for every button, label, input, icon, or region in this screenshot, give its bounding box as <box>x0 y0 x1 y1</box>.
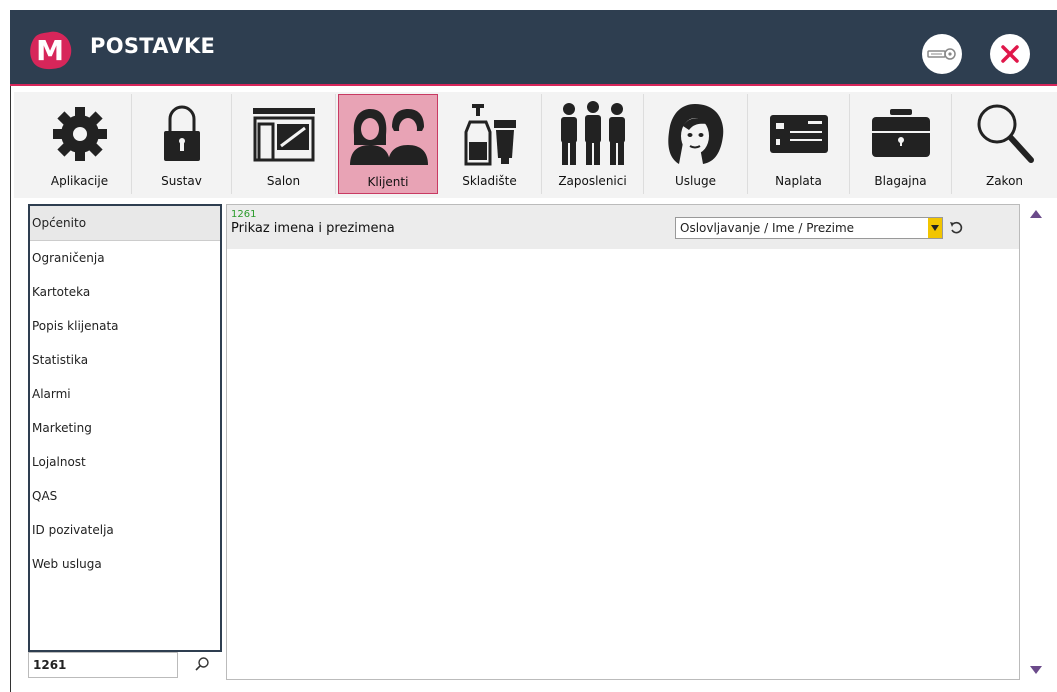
toolbar-item-klijenti[interactable]: Klijenti <box>338 94 438 194</box>
toolbar-item-skladiste[interactable]: Skladište <box>438 94 542 194</box>
payment-card-icon <box>769 115 828 153</box>
clients-icon <box>350 109 428 165</box>
toolbar-label: Salon <box>266 174 301 188</box>
magnifier-icon <box>977 104 1034 163</box>
scroll-down-icon[interactable] <box>1030 666 1042 674</box>
list-item-lojalnost[interactable]: Lojalnost <box>30 445 220 479</box>
toolbar-item-aplikacije[interactable]: Aplikacije <box>28 94 132 194</box>
page-title: POSTAVKE <box>90 34 216 58</box>
toolbar-label: Usluge <box>675 174 716 188</box>
toolbar-label: Naplata <box>775 174 822 188</box>
name-display-select[interactable]: Oslovljavanje / Ime / Prezime <box>675 217 943 239</box>
title-bar-accent <box>10 84 1057 86</box>
toolbar-item-sustav[interactable]: Sustav <box>132 94 232 194</box>
key-icon <box>927 48 956 60</box>
dropdown-arrow-icon[interactable] <box>928 218 942 238</box>
toolbar-item-blagajna[interactable]: Blagajna <box>850 94 952 194</box>
title-bar: M POSTAVKE <box>10 10 1057 84</box>
toolbar-item-zaposlenici[interactable]: Zaposlenici <box>542 94 644 194</box>
storefront-icon <box>252 108 315 162</box>
toolbar-item-usluge[interactable]: Usluge <box>644 94 748 194</box>
setting-label: Prikaz imena i prezimena <box>231 221 395 236</box>
svg-text:M: M <box>36 34 64 67</box>
close-button[interactable] <box>990 34 1030 74</box>
toolbar-item-zakon[interactable]: Zakon <box>952 94 1057 194</box>
window-edge <box>10 86 11 692</box>
list-item-web-usluga[interactable]: Web usluga <box>30 547 220 581</box>
list-item-marketing[interactable]: Marketing <box>30 411 220 445</box>
toolbar-item-salon[interactable]: Salon <box>232 94 336 194</box>
settings-category-list: Općenito Ograničenja Kartoteka Popis kli… <box>28 204 222 652</box>
cash-register-icon <box>871 109 930 157</box>
toolbar-label: Blagajna <box>874 174 927 188</box>
toolbar-label: Klijenti <box>367 175 409 189</box>
settings-content: 1261 Prikaz imena i prezimena Oslovljava… <box>226 204 1020 680</box>
list-item-opcenito[interactable]: Općenito <box>30 206 220 241</box>
gear-icon <box>52 107 107 161</box>
list-item-popis-klijenata[interactable]: Popis klijenata <box>30 309 220 343</box>
list-item-kartoteka[interactable]: Kartoteka <box>30 275 220 309</box>
list-item-ogranicenja[interactable]: Ograničenja <box>30 241 220 275</box>
reset-icon[interactable] <box>949 221 963 235</box>
toolbar-label: Zakon <box>985 174 1024 188</box>
search-button[interactable] <box>190 652 214 676</box>
toolbar-label: Sustav <box>161 174 202 188</box>
toolbar-label: Skladište <box>462 174 517 188</box>
products-icon <box>464 104 516 166</box>
scroll-up-icon[interactable] <box>1030 210 1042 218</box>
lock-icon <box>163 105 200 161</box>
toolbar-label: Aplikacije <box>50 174 109 188</box>
setting-row: 1261 Prikaz imena i prezimena Oslovljava… <box>227 205 1019 249</box>
vertical-scrollbar[interactable] <box>1026 204 1046 680</box>
toolbar-label: Zaposlenici <box>558 174 627 188</box>
list-item-id-pozivatelja[interactable]: ID pozivatelja <box>30 513 220 547</box>
close-icon <box>1001 45 1019 63</box>
toolbar-item-naplata[interactable]: Naplata <box>748 94 850 194</box>
woman-face-icon <box>667 104 723 164</box>
setting-code: 1261 <box>231 209 257 220</box>
category-toolbar: Aplikacije Sustav Salon Klijenti Skladiš… <box>14 92 1057 198</box>
settings-search-input[interactable]: 1261 <box>28 652 178 678</box>
list-item-alarmi[interactable]: Alarmi <box>30 377 220 411</box>
list-item-statistika[interactable]: Statistika <box>30 343 220 377</box>
employees-icon <box>560 101 625 165</box>
search-icon <box>195 657 209 671</box>
select-value: Oslovljavanje / Ime / Prezime <box>680 221 855 235</box>
list-item-qas[interactable]: QAS <box>30 479 220 513</box>
license-key-button[interactable] <box>922 34 962 74</box>
app-logo: M <box>30 31 72 70</box>
